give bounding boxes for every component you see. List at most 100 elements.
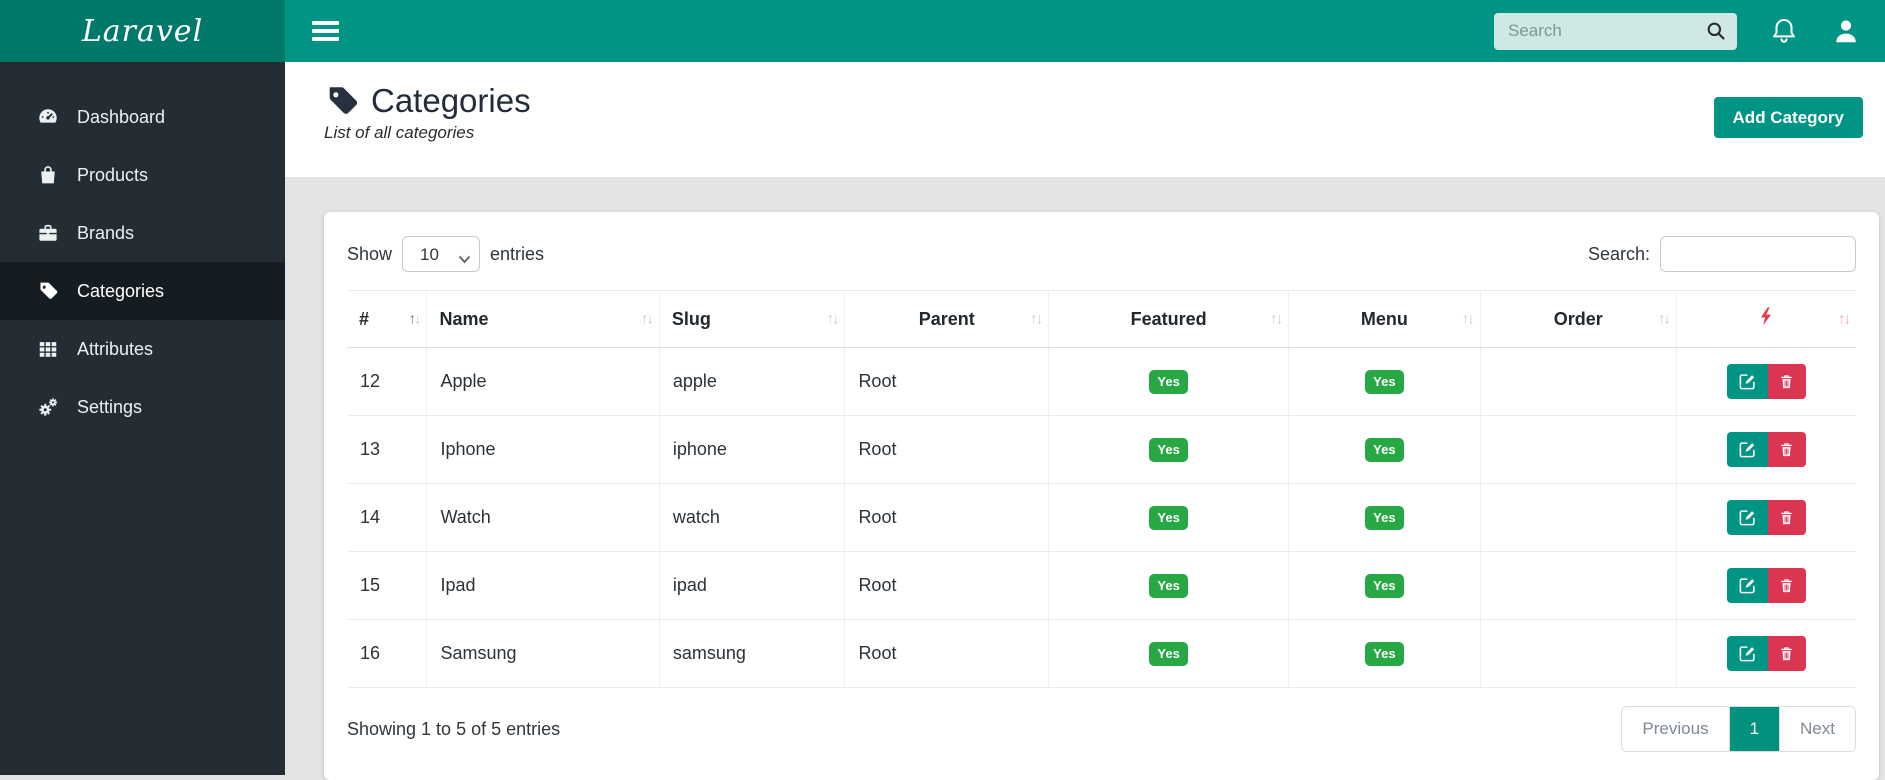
pagination-page-1-button[interactable]: 1: [1729, 707, 1780, 751]
sort-arrows-icon: ↑↓: [826, 310, 839, 328]
menu-badge: Yes: [1365, 369, 1404, 394]
menu-badge: Yes: [1365, 437, 1404, 462]
trash-icon: [1778, 441, 1795, 459]
sort-arrows-icon: ↑↓: [1461, 310, 1475, 328]
sort-arrows-icon: ↑↓: [640, 310, 654, 328]
sort-arrows-icon: ↑↓: [1270, 310, 1283, 328]
sort-arrows-icon: ↑↓: [1657, 310, 1671, 328]
table-row: 13 Iphone iphone Root Yes Yes: [347, 415, 1856, 484]
bell-icon[interactable]: [1769, 16, 1799, 46]
page-subtitle: List of all categories: [324, 123, 475, 142]
edit-icon: [1738, 372, 1757, 391]
add-category-button[interactable]: Add Category: [1713, 97, 1863, 138]
pagination-next-button[interactable]: Next: [1779, 707, 1855, 751]
edit-button[interactable]: [1726, 568, 1768, 603]
column-header-slug[interactable]: Slug ↑↓: [659, 290, 846, 348]
sidebar-item-products[interactable]: Products: [0, 146, 285, 204]
categories-card: Show 10 entries Search: # ↑↓ Name ↑↓ Slu…: [324, 212, 1879, 780]
sort-arrows-icon: ↑↓: [408, 310, 421, 328]
cogs-icon: [37, 396, 59, 418]
table-search-label: Search:: [1587, 243, 1650, 264]
sidebar-item-brands[interactable]: Brands: [0, 204, 285, 262]
page-header: Categories List of all categories Add Ca…: [285, 62, 1885, 177]
sidebar-item-label: Brands: [77, 222, 135, 243]
featured-badge: Yes: [1149, 505, 1188, 530]
sidebar: Dashboard Products Brands Categories Att…: [0, 62, 285, 775]
sidebar-item-categories[interactable]: Categories: [0, 262, 285, 320]
trash-icon: [1778, 509, 1795, 527]
column-header-name[interactable]: Name ↑↓: [426, 290, 660, 348]
pagination-previous-button[interactable]: Previous: [1622, 707, 1730, 751]
table-controls: Show 10 entries Search:: [347, 236, 1856, 272]
sidebar-item-label: Products: [77, 164, 149, 185]
briefcase-icon: [37, 222, 59, 244]
page-title: Categories: [371, 82, 531, 119]
tag-icon: [37, 280, 59, 302]
edit-button[interactable]: [1726, 432, 1768, 467]
sort-arrows-icon: ↑↓: [1030, 310, 1043, 328]
entries-info: Showing 1 to 5 of 5 entries: [347, 718, 561, 739]
column-header-order[interactable]: Order ↑↓: [1480, 290, 1677, 348]
delete-button[interactable]: [1767, 432, 1806, 467]
menu-icon[interactable]: [303, 11, 348, 51]
table-row: 14 Watch watch Root Yes Yes: [347, 483, 1856, 552]
delete-button[interactable]: [1767, 500, 1806, 535]
main-area: Categories List of all categories Add Ca…: [285, 62, 1885, 780]
menu-badge: Yes: [1365, 573, 1404, 598]
sidebar-item-label: Dashboard: [77, 106, 166, 127]
featured-badge: Yes: [1149, 641, 1188, 666]
table-search-input[interactable]: [1660, 236, 1856, 272]
table-row: 16 Samsung samsung Root Yes Yes: [347, 619, 1856, 688]
edit-button[interactable]: [1726, 500, 1768, 535]
menu-badge: Yes: [1365, 505, 1404, 530]
app-logo-text: Laravel: [81, 13, 204, 49]
trash-icon: [1778, 373, 1795, 391]
categories-table: # ↑↓ Name ↑↓ Slug ↑↓ Parent ↑↓ Featured ↑↓ Menu ↑↓ O…: [347, 290, 1856, 688]
column-header-featured[interactable]: Featured ↑↓: [1048, 290, 1290, 348]
entries-label: entries: [490, 243, 545, 264]
content: Show 10 entries Search: # ↑↓ Name ↑↓ Slu…: [285, 177, 1885, 780]
column-header-actions[interactable]: ↑↓: [1676, 290, 1856, 348]
app-logo[interactable]: Laravel: [0, 0, 285, 62]
delete-button[interactable]: [1767, 636, 1806, 671]
topbar-main: [285, 0, 1885, 62]
grid-icon: [37, 338, 59, 360]
featured-badge: Yes: [1149, 573, 1188, 598]
edit-icon: [1738, 576, 1757, 595]
sidebar-item-attributes[interactable]: Attributes: [0, 320, 285, 378]
lightning-icon: [1759, 307, 1773, 330]
sidebar-item-settings[interactable]: Settings: [0, 378, 285, 436]
delete-button[interactable]: [1767, 364, 1806, 399]
delete-button[interactable]: [1767, 568, 1806, 603]
sidebar-item-dashboard[interactable]: Dashboard: [0, 88, 285, 146]
topbar-search: [1494, 12, 1771, 50]
table-row: 12 Apple apple Root Yes Yes: [347, 347, 1856, 416]
sidebar-item-label: Settings: [77, 396, 143, 417]
edit-icon: [1738, 508, 1757, 527]
tag-icon: [324, 83, 360, 119]
table-footer: Showing 1 to 5 of 5 entries Previous 1 N…: [347, 706, 1856, 752]
edit-button[interactable]: [1726, 364, 1768, 399]
trash-icon: [1778, 645, 1795, 663]
column-header-num[interactable]: # ↑↓: [347, 290, 428, 348]
user-icon[interactable]: [1831, 16, 1861, 46]
show-label: Show: [347, 243, 393, 264]
table-row: 15 Ipad ipad Root Yes Yes: [347, 551, 1856, 620]
dashboard-icon: [37, 106, 59, 128]
edit-button[interactable]: [1726, 636, 1768, 671]
column-header-parent[interactable]: Parent ↑↓: [844, 290, 1050, 348]
shopping-bag-icon: [37, 164, 59, 186]
edit-icon: [1738, 440, 1757, 459]
topbar: Laravel: [0, 0, 1885, 62]
featured-badge: Yes: [1149, 369, 1188, 394]
magnifier-icon[interactable]: [1699, 16, 1733, 47]
pagination: Previous 1 Next: [1621, 706, 1856, 752]
featured-badge: Yes: [1149, 437, 1188, 462]
column-header-menu[interactable]: Menu ↑↓: [1288, 290, 1481, 348]
sort-arrows-icon: ↑↓: [1838, 310, 1851, 328]
sidebar-item-label: Categories: [77, 280, 165, 301]
edit-icon: [1738, 644, 1757, 663]
page-size-select[interactable]: 10: [402, 236, 481, 272]
menu-badge: Yes: [1365, 641, 1404, 666]
sidebar-item-label: Attributes: [77, 338, 154, 359]
